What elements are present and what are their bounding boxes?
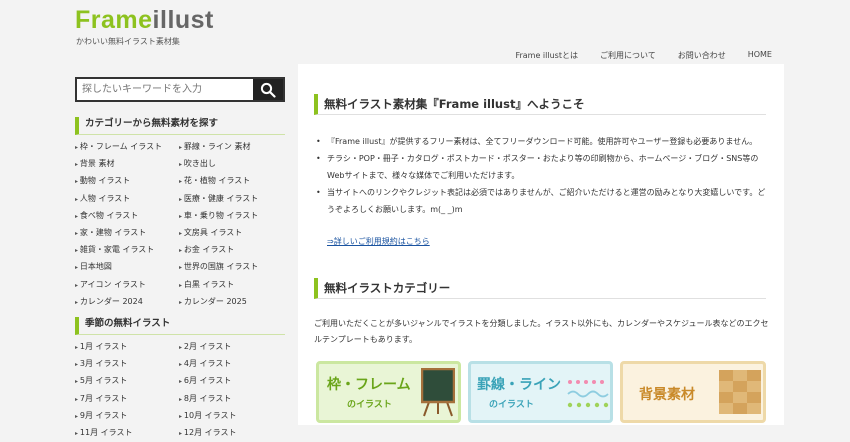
decorative-line-icon bbox=[567, 380, 609, 408]
search-button[interactable] bbox=[253, 79, 283, 100]
sidebar-category-link[interactable]: 日本地図 bbox=[75, 259, 179, 276]
intro-list: 『Frame illust』が提供するフリー素材は、全てフリーダウンロード可能。… bbox=[316, 133, 766, 218]
banner-title: 罫線・ライン bbox=[477, 377, 561, 393]
line-banner[interactable]: 罫線・ライン のイラスト bbox=[468, 361, 613, 423]
site-tagline: かわいい無料イラスト素材集 bbox=[76, 37, 180, 46]
sidebar-season-link[interactable]: 5月 イラスト bbox=[75, 373, 179, 390]
sidebar-category-link[interactable]: カレンダー 2025 bbox=[179, 294, 283, 311]
category-heading: 無料イラストカテゴリー bbox=[314, 278, 766, 299]
site-logo[interactable]: Frameillust bbox=[75, 6, 214, 35]
banner-subtitle: のイラスト bbox=[489, 400, 534, 410]
search-box bbox=[75, 77, 285, 102]
seasons-heading: 季節の無料イラスト bbox=[75, 317, 285, 336]
sidebar-season-link[interactable]: 9月 イラスト bbox=[75, 408, 179, 425]
sidebar-season-link[interactable]: 2月 イラスト bbox=[179, 339, 283, 356]
sidebar-category-link[interactable]: 世界の国旗 イラスト bbox=[179, 259, 283, 276]
sidebar-season-link[interactable]: 4月 イラスト bbox=[179, 356, 283, 373]
terms-link[interactable]: ⇒詳しいご利用規約はこちら bbox=[327, 236, 430, 247]
sidebar-category-link[interactable]: お金 イラスト bbox=[179, 242, 283, 259]
sidebar-category-link[interactable]: 枠・フレーム イラスト bbox=[75, 139, 179, 156]
season-list: 1月 イラスト2月 イラスト3月 イラスト4月 イラスト5月 イラスト6月 イラ… bbox=[75, 339, 285, 442]
intro-item: 当サイトへのリンクやクレジット表記は必須ではありませんが、ご紹介いただけると運営… bbox=[316, 184, 766, 218]
sidebar-category-link[interactable]: 罫線・ライン 素材 bbox=[179, 139, 283, 156]
sidebar-category-link[interactable]: 食べ物 イラスト bbox=[75, 208, 179, 225]
frame-banner[interactable]: 枠・フレーム のイラスト bbox=[316, 361, 461, 423]
sidebar-category-link[interactable]: カレンダー 2024 bbox=[75, 294, 179, 311]
sidebar-season-link[interactable]: 7月 イラスト bbox=[75, 391, 179, 408]
sidebar-category-link[interactable]: 花・植物 イラスト bbox=[179, 173, 283, 190]
sidebar-category-link[interactable]: 家・建物 イラスト bbox=[75, 225, 179, 242]
sidebar-season-link[interactable]: 1月 イラスト bbox=[75, 339, 179, 356]
nav-home[interactable]: HOME bbox=[748, 50, 772, 61]
sidebar-category-link[interactable]: 文房具 イラスト bbox=[179, 225, 283, 242]
sidebar-season-link[interactable]: 12月 イラスト bbox=[179, 425, 283, 442]
sidebar-season-link[interactable]: 8月 イラスト bbox=[179, 391, 283, 408]
sidebar-category-link[interactable]: 雑貨・家電 イラスト bbox=[75, 242, 179, 259]
wood-pattern-icon bbox=[719, 370, 761, 414]
sidebar-category-link[interactable]: 車・乗り物 イラスト bbox=[179, 208, 283, 225]
nav-about[interactable]: Frame illustとは bbox=[515, 50, 578, 61]
sidebar-season-link[interactable]: 11月 イラスト bbox=[75, 425, 179, 442]
sidebar-category-link[interactable]: 動物 イラスト bbox=[75, 173, 179, 190]
sidebar-season-link[interactable]: 10月 イラスト bbox=[179, 408, 283, 425]
category-description: ご利用いただくことが多いジャンルでイラストを分類しました。イラスト以外にも、カレ… bbox=[314, 319, 769, 344]
top-nav: Frame illustとは ご利用について お問い合わせ HOME bbox=[493, 50, 772, 61]
intro-item: チラシ・POP・冊子・カタログ・ポストカード・ポスター・おたより等の印刷物から、… bbox=[316, 150, 766, 184]
sidebar-category-link[interactable]: 白黒 イラスト bbox=[179, 277, 283, 294]
welcome-heading: 無料イラスト素材集『Frame illust』へようこそ bbox=[314, 94, 766, 115]
banner-subtitle: のイラスト bbox=[347, 400, 392, 410]
sidebar-category-link[interactable]: アイコン イラスト bbox=[75, 277, 179, 294]
banner-title: 枠・フレーム bbox=[327, 377, 411, 393]
main-content: 無料イラスト素材集『Frame illust』へようこそ 『Frame illu… bbox=[298, 64, 784, 425]
nav-usage[interactable]: ご利用について bbox=[600, 50, 656, 61]
sidebar-category-link[interactable]: 背景 素材 bbox=[75, 156, 179, 173]
category-list: 枠・フレーム イラスト罫線・ライン 素材背景 素材吹き出し動物 イラスト花・植物… bbox=[75, 139, 285, 311]
sidebar-category-link[interactable]: 吹き出し bbox=[179, 156, 283, 173]
sidebar-season-link[interactable]: 6月 イラスト bbox=[179, 373, 283, 390]
background-banner[interactable]: 背景素材 bbox=[620, 361, 766, 423]
sidebar-category-link[interactable]: 人物 イラスト bbox=[75, 191, 179, 208]
intro-item: 『Frame illust』が提供するフリー素材は、全てフリーダウンロード可能。… bbox=[316, 133, 766, 150]
search-icon bbox=[260, 82, 276, 98]
banner-title: 背景素材 bbox=[639, 387, 695, 403]
sidebar-category-link[interactable]: 医療・健康 イラスト bbox=[179, 191, 283, 208]
categories-heading: カテゴリーから無料素材を探す bbox=[75, 117, 285, 135]
search-input[interactable] bbox=[77, 79, 253, 100]
blackboard-icon bbox=[421, 368, 455, 417]
nav-contact[interactable]: お問い合わせ bbox=[678, 50, 726, 61]
sidebar: カテゴリーから無料素材を探す 枠・フレーム イラスト罫線・ライン 素材背景 素材… bbox=[75, 77, 285, 442]
sidebar-season-link[interactable]: 3月 イラスト bbox=[75, 356, 179, 373]
